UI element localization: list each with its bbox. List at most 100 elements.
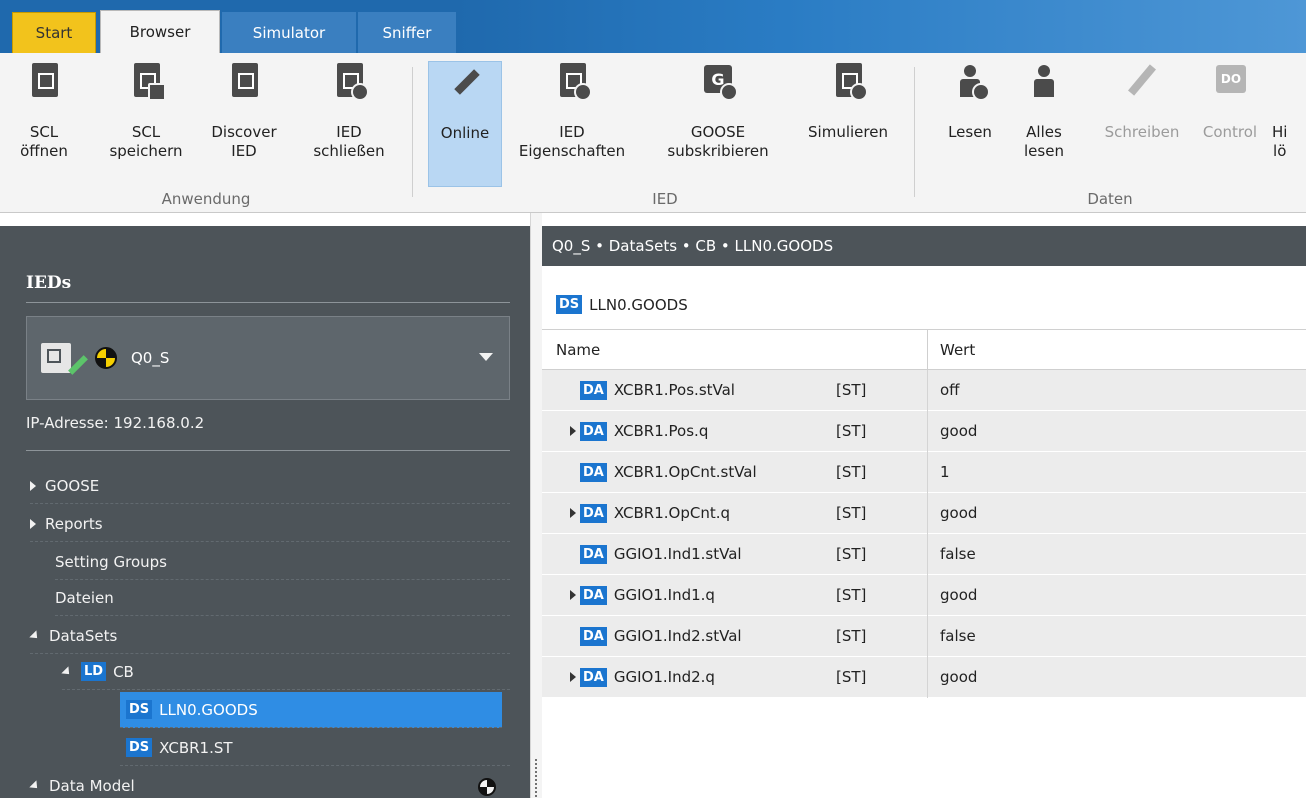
da-icon: DA	[580, 380, 607, 400]
da-icon: DA	[580, 585, 607, 605]
expander[interactable]	[542, 426, 580, 436]
goose-subscribe-button[interactable]: G GOOSE subskribieren	[652, 61, 784, 161]
tree-item-label: Data Model	[49, 777, 135, 795]
expand-icon[interactable]	[570, 508, 576, 518]
simulate-label: Simulieren	[808, 123, 888, 141]
tree-item-datasets[interactable]: DataSets	[29, 618, 510, 654]
tab-sniffer[interactable]: Sniffer	[358, 12, 456, 53]
row-name-text: GGIO1.Ind1.stVal	[613, 545, 742, 563]
clear-button[interactable]: Hi lö	[1272, 61, 1306, 161]
tree-item-label: Reports	[45, 514, 103, 533]
row-value: good	[940, 422, 978, 440]
simulate-icon	[828, 61, 868, 101]
ds-icon: DS	[556, 295, 583, 314]
collapse-icon[interactable]	[29, 780, 41, 792]
scl-save-button[interactable]: SCL speichern	[96, 61, 196, 161]
tree-item-goose[interactable]: GOOSE	[30, 468, 510, 504]
table-row[interactable]: DA XCBR1.Pos.q [ST] good	[542, 410, 1306, 452]
tree-item-files[interactable]: Dateien	[55, 580, 510, 616]
control-icon: DO	[1210, 61, 1250, 101]
simulate-button[interactable]: Simulieren	[794, 61, 902, 142]
tree-item-ds-lln0-goods[interactable]: DS LLN0.GOODS	[120, 692, 502, 728]
table-row[interactable]: DA XCBR1.OpCnt.q [ST] good	[542, 492, 1306, 534]
tab-browser[interactable]: Browser	[100, 10, 220, 53]
table-row[interactable]: DA GGIO1.Ind2.stVal [ST] false	[542, 615, 1306, 657]
dataset-title: LLN0.GOODS	[589, 295, 688, 314]
table-row[interactable]: DA XCBR1.Pos.stVal [ST] off	[542, 369, 1306, 411]
row-name-text: GGIO1.Ind2.stVal	[613, 627, 742, 645]
ribbon-divider	[412, 67, 413, 197]
ribbon-divider	[914, 67, 915, 197]
row-fc: [ST]	[828, 574, 928, 616]
tree-item-label: Setting Groups	[55, 552, 167, 571]
table-row[interactable]: DA GGIO1.Ind2.q [ST] good	[542, 656, 1306, 698]
dataset-header: DS LLN0.GOODS	[542, 280, 1306, 330]
ied-select[interactable]: Q0_S	[26, 316, 510, 400]
row-name: DA XCBR1.Pos.q	[580, 421, 828, 441]
table-row[interactable]: DA XCBR1.OpCnt.stVal [ST] 1	[542, 451, 1306, 493]
ied-properties-button[interactable]: IED Eigenschaften	[508, 61, 636, 161]
discover-ied-button[interactable]: Discover IED	[196, 61, 292, 161]
row-value: false	[940, 627, 976, 645]
tree-item-label: GOOSE	[45, 476, 100, 495]
table-row[interactable]: DA GGIO1.Ind1.stVal [ST] false	[542, 533, 1306, 575]
row-name: DA GGIO1.Ind2.q	[580, 667, 828, 687]
row-name: DA XCBR1.Pos.stVal	[580, 380, 828, 400]
table-row[interactable]: DA GGIO1.Ind1.q [ST] good	[542, 574, 1306, 616]
row-value: 1	[940, 463, 950, 481]
write-button[interactable]: Schreiben	[1092, 61, 1192, 142]
scl-file-icon	[24, 61, 64, 101]
ied-properties-icon	[552, 61, 592, 101]
tree-item-setting-groups[interactable]: Setting Groups	[55, 544, 510, 580]
collapse-icon[interactable]	[29, 629, 41, 642]
row-value: good	[940, 668, 978, 686]
tab-simulator[interactable]: Simulator	[222, 12, 356, 53]
scl-open-button[interactable]: SCL öffnen	[6, 61, 82, 161]
tree-item-ds-xcbr1-st[interactable]: DS XCBR1.ST	[120, 730, 510, 766]
group-label-application: Anwendung	[161, 190, 251, 208]
row-fc: [ST]	[828, 656, 928, 698]
column-header-value[interactable]: Wert	[928, 341, 975, 359]
row-name: DA XCBR1.OpCnt.q	[580, 503, 828, 523]
expand-icon[interactable]	[570, 672, 576, 682]
row-name-text: GGIO1.Ind1.q	[613, 586, 715, 604]
test-mode-icon	[478, 778, 496, 796]
expand-icon[interactable]	[570, 590, 576, 600]
tree-item-ld-cb[interactable]: LD CB	[61, 654, 510, 690]
panel-splitter[interactable]	[530, 213, 542, 798]
read-button[interactable]: Lesen	[936, 61, 1004, 142]
goose-icon: G	[698, 61, 738, 101]
ied-properties-label: IED Eigenschaften	[518, 123, 626, 160]
grip-icon[interactable]	[534, 758, 538, 798]
expand-icon[interactable]	[30, 518, 36, 529]
read-all-label: Alles lesen	[1024, 123, 1064, 160]
expander[interactable]	[542, 672, 580, 682]
scl-open-label: SCL öffnen	[20, 123, 68, 160]
ld-icon: LD	[81, 662, 107, 681]
ied-close-icon	[329, 61, 369, 101]
ied-close-button[interactable]: IED schließen	[296, 61, 402, 161]
tab-start[interactable]: Start	[12, 12, 96, 53]
row-name: DA GGIO1.Ind2.stVal	[580, 626, 828, 646]
expander[interactable]	[542, 508, 580, 518]
row-fc: [ST]	[828, 369, 928, 411]
collapse-icon[interactable]	[61, 665, 73, 678]
test-mode-icon	[95, 347, 117, 369]
row-name: DA GGIO1.Ind1.q	[580, 585, 828, 605]
online-button[interactable]: Online	[428, 61, 502, 187]
row-fc: [ST]	[828, 615, 928, 657]
discover-icon	[224, 61, 264, 101]
read-all-button[interactable]: Alles lesen	[1012, 61, 1076, 161]
expand-icon[interactable]	[570, 426, 576, 436]
row-fc: [ST]	[828, 492, 928, 534]
group-label-ied: IED	[652, 190, 678, 208]
tree-item-label: XCBR1.ST	[159, 738, 233, 757]
control-button[interactable]: DO Control	[1192, 61, 1268, 142]
expander[interactable]	[542, 590, 580, 600]
column-header-name[interactable]: Name	[542, 329, 928, 370]
tree-item-reports[interactable]: Reports	[30, 506, 510, 542]
da-icon: DA	[580, 421, 607, 441]
row-name-text: GGIO1.Ind2.q	[613, 668, 715, 686]
tree-item-data-model[interactable]: Data Model	[29, 768, 480, 798]
expand-icon[interactable]	[30, 480, 36, 491]
